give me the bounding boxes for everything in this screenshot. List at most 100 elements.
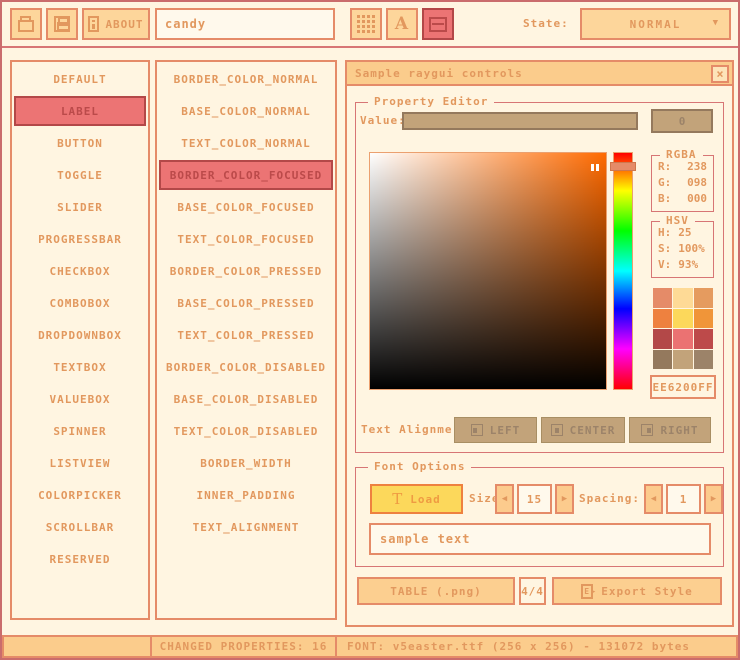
- controls-list: DEFAULT LABEL BUTTON TOGGLE SLIDER PROGR…: [10, 60, 150, 620]
- v-label: V:: [658, 257, 671, 273]
- table-button-label: TABLE (.png): [390, 585, 481, 598]
- properties-list-item[interactable]: BORDER_COLOR_DISABLED: [159, 352, 333, 382]
- properties-list-item[interactable]: TEXT_COLOR_DISABLED: [159, 416, 333, 446]
- controls-list-item[interactable]: RESERVED: [14, 544, 146, 574]
- about-button[interactable]: ABOUT: [82, 8, 150, 40]
- value-box-text: 0: [679, 115, 686, 128]
- controls-list-item[interactable]: SPINNER: [14, 416, 146, 446]
- align-left-button[interactable]: LEFT: [454, 417, 537, 443]
- value-box[interactable]: 0: [651, 109, 713, 133]
- r-label: R:: [658, 159, 671, 175]
- hue-bar[interactable]: [613, 152, 633, 390]
- palette-swatch[interactable]: [653, 329, 672, 349]
- controls-list-item[interactable]: DROPDOWNBOX: [14, 320, 146, 350]
- palette-swatch[interactable]: [653, 309, 672, 329]
- changed-properties-text: CHANGED PROPERTIES: 16: [160, 640, 328, 653]
- state-label: State:: [523, 8, 569, 40]
- status-font-info: FONT: v5easter.ttf (256 x 256) - 131072 …: [337, 637, 736, 656]
- controls-list-item[interactable]: TOGGLE: [14, 160, 146, 190]
- hue-handle[interactable]: [610, 162, 636, 171]
- spacing-value: 1: [680, 493, 688, 506]
- window-close-button[interactable]: ×: [711, 65, 729, 83]
- save-floppy-icon: [54, 16, 70, 32]
- palette-swatch[interactable]: [673, 309, 692, 329]
- status-segment-empty: [4, 637, 152, 656]
- controls-list-item-selected[interactable]: LABEL: [14, 96, 146, 126]
- size-increment-button[interactable]: ▶: [555, 484, 574, 514]
- properties-list-item[interactable]: TEXT_COLOR_PRESSED: [159, 320, 333, 350]
- style-name-input[interactable]: [155, 8, 335, 40]
- color-picker-cursor-icon[interactable]: [591, 164, 599, 171]
- properties-list-item[interactable]: BASE_COLOR_NORMAL: [159, 96, 333, 126]
- palette-swatch[interactable]: [653, 288, 672, 308]
- palette-swatch[interactable]: [673, 288, 692, 308]
- align-right-button[interactable]: RIGHT: [629, 417, 711, 443]
- palette-swatch[interactable]: [694, 309, 713, 329]
- palette-swatch[interactable]: [694, 288, 713, 308]
- color-picker-panel[interactable]: [369, 152, 607, 390]
- palette-swatch[interactable]: [694, 350, 713, 370]
- open-style-button[interactable]: [10, 8, 42, 40]
- window-titlebar[interactable]: Sample raygui controls: [347, 62, 732, 86]
- style-table-view-button[interactable]: [350, 8, 382, 40]
- size-decrement-button[interactable]: ◀: [495, 484, 514, 514]
- properties-list-item[interactable]: BORDER_WIDTH: [159, 448, 333, 478]
- sample-text-input[interactable]: sample text: [369, 523, 711, 555]
- rgba-row-b: B: 000: [652, 191, 713, 207]
- controls-list-item[interactable]: COLORPICKER: [14, 480, 146, 510]
- state-dropdown-value: NORMAL: [630, 18, 682, 31]
- palette-swatch[interactable]: [653, 350, 672, 370]
- spacing-increment-button[interactable]: ▶: [704, 484, 723, 514]
- chevron-down-icon: ▼: [713, 18, 720, 28]
- palette-swatch[interactable]: [673, 329, 692, 349]
- controls-list-item[interactable]: PROGRESSBAR: [14, 224, 146, 254]
- value-slider[interactable]: [402, 112, 638, 130]
- palette-swatch[interactable]: [673, 350, 692, 370]
- export-style-button[interactable]: Export Style: [552, 577, 722, 605]
- load-font-button[interactable]: T Load: [370, 484, 463, 514]
- controls-view-button[interactable]: [422, 8, 454, 40]
- properties-list-item[interactable]: BASE_COLOR_DISABLED: [159, 384, 333, 414]
- controls-list-item[interactable]: LISTVIEW: [14, 448, 146, 478]
- controls-list-item[interactable]: VALUEBOX: [14, 384, 146, 414]
- controls-list-item[interactable]: CHECKBOX: [14, 256, 146, 286]
- properties-list-item[interactable]: BASE_COLOR_FOCUSED: [159, 192, 333, 222]
- properties-list-item-selected[interactable]: BORDER_COLOR_FOCUSED: [159, 160, 333, 190]
- hex-color-input[interactable]: EE6200FF: [650, 375, 716, 399]
- spacing-value-box[interactable]: 1: [666, 484, 701, 514]
- controls-list-item[interactable]: BUTTON: [14, 128, 146, 158]
- properties-list-item[interactable]: BORDER_COLOR_NORMAL: [159, 64, 333, 94]
- align-right-icon: [641, 424, 653, 436]
- font-options-group: Font Options T Load Size: ◀ 15 ▶ Spacing…: [355, 467, 724, 567]
- spacing-decrement-button[interactable]: ◀: [644, 484, 663, 514]
- properties-list-item[interactable]: INNER_PADDING: [159, 480, 333, 510]
- controls-list-item[interactable]: DEFAULT: [14, 64, 146, 94]
- s-value: 100%: [678, 241, 705, 257]
- export-style-label: Export Style: [601, 585, 692, 598]
- properties-list-item[interactable]: TEXT_ALIGNMENT: [159, 512, 333, 542]
- align-center-label: CENTER: [570, 424, 616, 437]
- property-editor-group: Property Editor Value: 0 RGBA R: 238 G:: [355, 102, 724, 453]
- style-table-export-button[interactable]: TABLE (.png): [357, 577, 515, 605]
- export-file-icon: [581, 584, 593, 599]
- properties-list-item[interactable]: TEXT_COLOR_NORMAL: [159, 128, 333, 158]
- palette-swatch[interactable]: [694, 329, 713, 349]
- chevron-right-icon: ▶: [711, 494, 716, 504]
- save-style-button[interactable]: [46, 8, 78, 40]
- h-label: H:: [658, 225, 671, 241]
- font-view-button[interactable]: A: [386, 8, 418, 40]
- controls-list-item[interactable]: TEXTBOX: [14, 352, 146, 382]
- controls-list-item[interactable]: SLIDER: [14, 192, 146, 222]
- style-color-palette: [653, 288, 713, 369]
- properties-list-item[interactable]: TEXT_COLOR_FOCUSED: [159, 224, 333, 254]
- properties-list-item[interactable]: BASE_COLOR_PRESSED: [159, 288, 333, 318]
- chevron-left-icon: ◀: [502, 494, 507, 504]
- rgba-box-label: RGBA: [660, 148, 703, 161]
- window-icon: [429, 17, 447, 32]
- state-dropdown[interactable]: NORMAL ▼: [580, 8, 731, 40]
- properties-list-item[interactable]: BORDER_COLOR_PRESSED: [159, 256, 333, 286]
- size-value-box[interactable]: 15: [517, 484, 552, 514]
- controls-list-item[interactable]: SCROLLBAR: [14, 512, 146, 542]
- align-center-button[interactable]: CENTER: [541, 417, 625, 443]
- controls-list-item[interactable]: COMBOBOX: [14, 288, 146, 318]
